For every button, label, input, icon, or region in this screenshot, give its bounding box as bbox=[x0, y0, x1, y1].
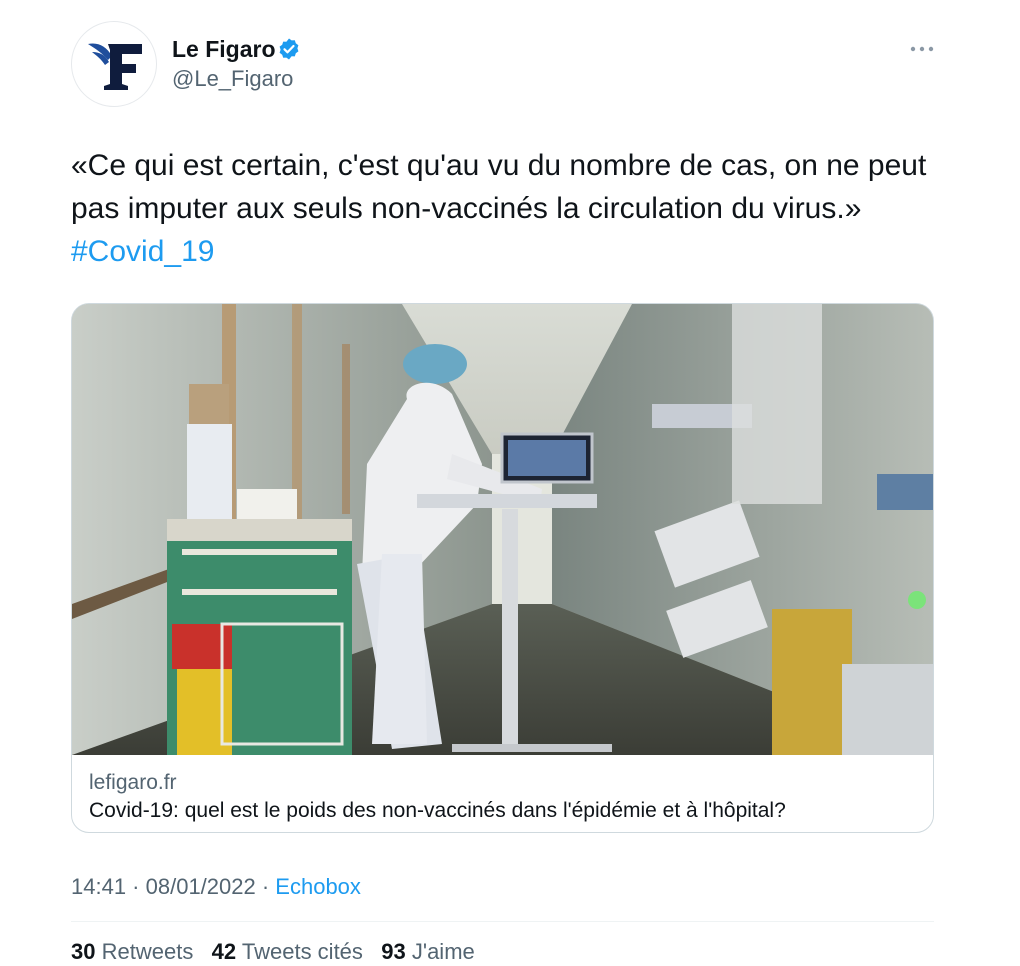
divider bbox=[71, 921, 934, 922]
verified-badge-icon bbox=[279, 38, 299, 60]
card-image[interactable] bbox=[72, 304, 933, 755]
quotes-count: 42 bbox=[211, 939, 237, 964]
card-title: Covid-19: quel est le poids des non-vacc… bbox=[89, 799, 786, 822]
tweet-meta: 14:41 · 08/01/2022 · Echobox bbox=[71, 873, 361, 901]
le-figaro-logo bbox=[88, 43, 142, 90]
retweets-stat[interactable]: 30 Retweets bbox=[71, 939, 193, 964]
avatar[interactable] bbox=[71, 21, 157, 107]
quotes-stat[interactable]: 42 Tweets cités bbox=[212, 939, 363, 964]
likes-count: 93 bbox=[381, 939, 406, 964]
tweet-body: «Ce qui est certain, c'est qu'au vu du n… bbox=[71, 149, 927, 225]
card-domain: lefigaro.fr bbox=[89, 771, 177, 794]
tweet: Le Figaro @Le_Figaro «Ce qui est certain… bbox=[0, 0, 1020, 964]
retweets-label: Retweets bbox=[101, 939, 194, 964]
tweet-text: «Ce qui est certain, c'est qu'au vu du n… bbox=[71, 144, 951, 273]
tweet-time[interactable]: 14:41 bbox=[71, 874, 126, 899]
retweets-count: 30 bbox=[71, 939, 96, 964]
meta-separator: · bbox=[255, 874, 276, 899]
source-link[interactable]: Echobox bbox=[275, 874, 361, 899]
more-horizontal-icon[interactable] bbox=[904, 34, 940, 64]
author-handle[interactable]: @Le_Figaro bbox=[172, 65, 293, 93]
hashtag-link[interactable]: #Covid_19 bbox=[71, 235, 214, 268]
meta-separator: · bbox=[126, 874, 146, 899]
author-name[interactable]: Le Figaro bbox=[172, 34, 276, 64]
tweet-date[interactable]: 08/01/2022 bbox=[146, 874, 256, 899]
link-card[interactable]: lefigaro.fr Covid-19: quel est le poids … bbox=[71, 303, 934, 833]
quotes-label: Tweets cités bbox=[241, 939, 363, 964]
hospital-corridor-photo bbox=[72, 304, 933, 755]
likes-stat[interactable]: 93 J'aime bbox=[381, 939, 475, 964]
engagement-stats: 30 Retweets 42 Tweets cités 93 J'aime bbox=[71, 938, 475, 966]
likes-label: J'aime bbox=[411, 939, 475, 964]
